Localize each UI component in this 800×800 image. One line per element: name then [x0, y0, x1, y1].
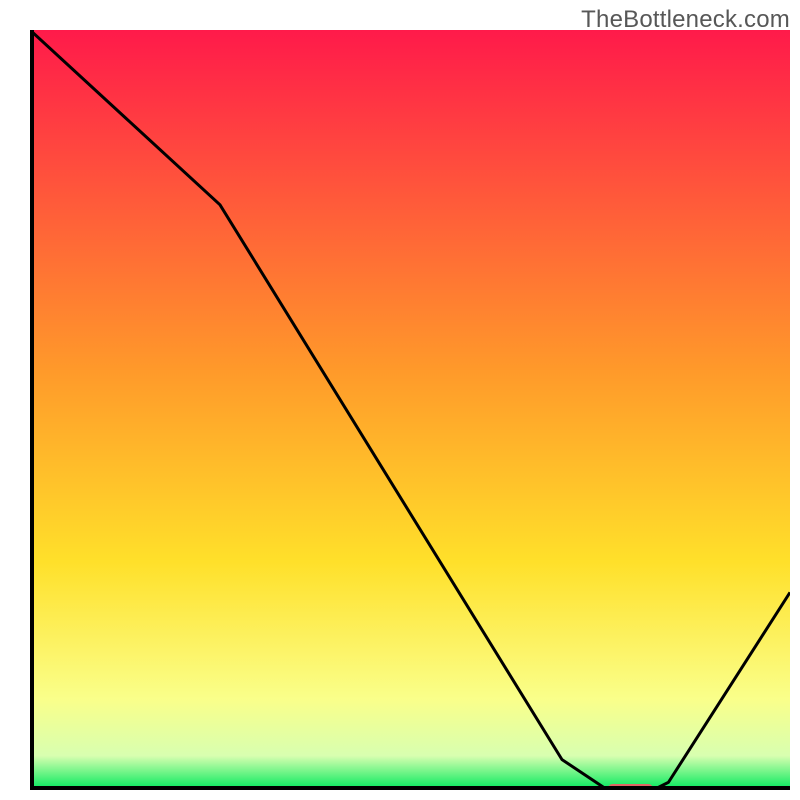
y-axis: [30, 30, 34, 790]
gradient-background: [30, 30, 790, 790]
x-axis: [30, 786, 790, 790]
chart-frame: TheBottleneck.com: [0, 0, 800, 800]
chart-canvas: [30, 30, 790, 790]
